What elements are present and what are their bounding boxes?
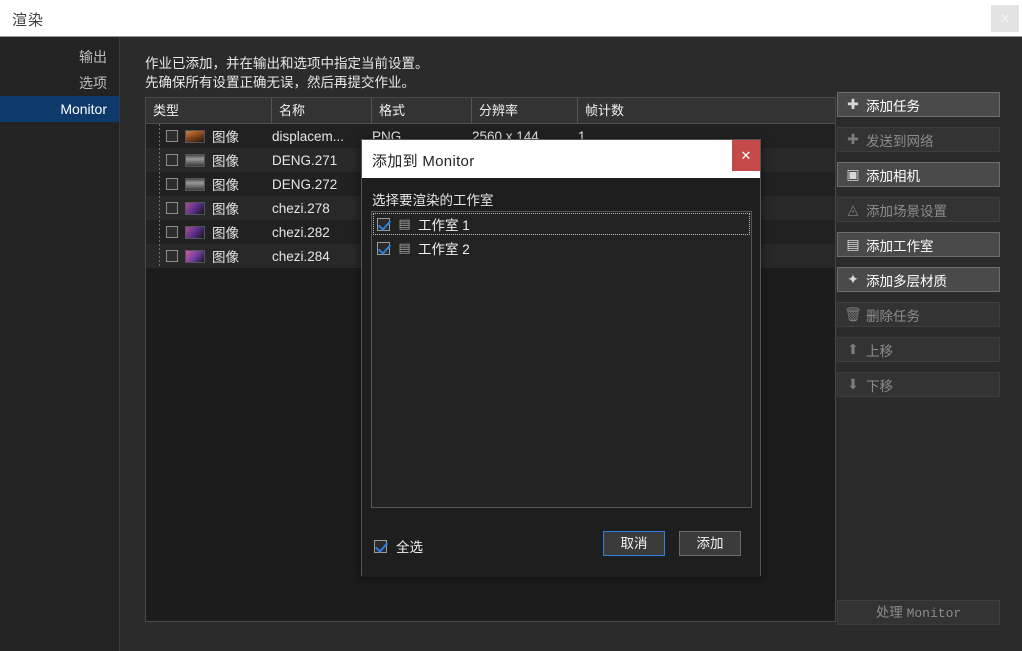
column-header-type[interactable]: 类型 bbox=[146, 98, 272, 123]
select-all-label: 全选 bbox=[396, 536, 423, 556]
list-item[interactable]: ▤ 工作室 1 bbox=[372, 212, 751, 236]
row-checkbox[interactable] bbox=[166, 226, 178, 238]
select-all-checkbox[interactable]: 全选 bbox=[374, 536, 423, 556]
table-header-row: 类型 名称 格式 分辨率 帧计数 bbox=[146, 98, 835, 124]
clapper-icon: ▤ bbox=[396, 240, 413, 256]
tree-line-icon bbox=[152, 196, 166, 220]
add-button[interactable]: 添加 bbox=[679, 531, 741, 556]
cancel-button[interactable]: 取消 bbox=[603, 531, 665, 556]
add-camera-button[interactable]: ▣ 添加相机 bbox=[837, 162, 1000, 187]
tree-line-icon bbox=[152, 244, 166, 268]
clapper-icon: ▤ bbox=[843, 236, 863, 253]
row-checkbox[interactable] bbox=[166, 250, 178, 262]
studio-list: ▤ 工作室 1 ▤ 工作室 2 bbox=[371, 211, 752, 508]
studio-checkbox[interactable] bbox=[377, 242, 390, 255]
column-header-name[interactable]: 名称 bbox=[272, 98, 372, 123]
dialog-title: 添加到 Monitor bbox=[372, 150, 475, 171]
move-up-button[interactable]: ⬆ 上移 bbox=[837, 337, 1000, 362]
dialog-body: 选择要渲染的工作室 ▤ 工作室 1 ▤ 工作室 2 全选 取消 bbox=[362, 178, 760, 577]
page-title: 渲染 bbox=[12, 9, 44, 30]
tree-line-icon bbox=[152, 124, 166, 148]
column-header-framecount[interactable]: 帧计数 bbox=[578, 98, 835, 123]
sidebar-item-options[interactable]: 选项 bbox=[0, 70, 119, 96]
cell-type: 图像 bbox=[212, 126, 239, 146]
studio-label: 工作室 2 bbox=[418, 238, 470, 258]
dialog-footer: 全选 取消 添加 bbox=[362, 519, 760, 577]
add-to-monitor-dialog: 添加到 Monitor ✕ 选择要渲染的工作室 ▤ 工作室 1 ▤ 工作室 2 bbox=[361, 139, 761, 576]
dialog-prompt: 选择要渲染的工作室 bbox=[372, 189, 494, 209]
cell-name: displacem... bbox=[272, 129, 372, 144]
plus-icon: ✚ bbox=[843, 131, 863, 148]
process-monitor-button[interactable]: 处理 Monitor bbox=[837, 600, 1000, 625]
action-button-panel: ✚ 添加任务 ✚ 发送到网络 ▣ 添加相机 ◬ 添加场景设置 ▤ 添加工作室 ✦… bbox=[837, 92, 1000, 407]
description-text: 作业已添加，并在输出和选项中指定当前设置。 先确保所有设置正确无误，然后再提交作… bbox=[145, 54, 825, 92]
add-multilayer-material-button[interactable]: ✦ 添加多层材质 bbox=[837, 267, 1000, 292]
add-scene-settings-button[interactable]: ◬ 添加场景设置 bbox=[837, 197, 1000, 222]
cell-name: chezi.278 bbox=[272, 201, 372, 216]
thumbnail-icon bbox=[185, 226, 205, 239]
camera-icon: ▣ bbox=[843, 166, 863, 183]
tree-line-icon bbox=[152, 172, 166, 196]
list-item[interactable]: ▤ 工作室 2 bbox=[372, 236, 751, 260]
arrow-down-icon: ⬇ bbox=[843, 376, 863, 393]
tree-line-icon bbox=[152, 148, 166, 172]
thumbnail-icon bbox=[185, 130, 205, 143]
dialog-titlebar: 添加到 Monitor ✕ bbox=[362, 140, 760, 178]
plus-icon: ✚ bbox=[843, 96, 863, 113]
cell-type: 图像 bbox=[212, 174, 239, 194]
row-checkbox[interactable] bbox=[166, 178, 178, 190]
row-checkbox[interactable] bbox=[166, 154, 178, 166]
sidebar-item-monitor[interactable]: Monitor bbox=[0, 96, 119, 122]
thumbnail-icon bbox=[185, 250, 205, 263]
add-task-button[interactable]: ✚ 添加任务 bbox=[837, 92, 1000, 117]
cell-name: DENG.271 bbox=[272, 153, 372, 168]
description-line-1: 作业已添加，并在输出和选项中指定当前设置。 bbox=[145, 54, 825, 73]
column-header-format[interactable]: 格式 bbox=[372, 98, 472, 123]
thumbnail-icon bbox=[185, 154, 205, 167]
send-to-network-button[interactable]: ✚ 发送到网络 bbox=[837, 127, 1000, 152]
row-checkbox[interactable] bbox=[166, 130, 178, 142]
tree-line-icon bbox=[152, 220, 166, 244]
add-studio-button[interactable]: ▤ 添加工作室 bbox=[837, 232, 1000, 257]
cell-name: chezi.284 bbox=[272, 249, 372, 264]
scene-icon: ◬ bbox=[843, 201, 863, 218]
thumbnail-icon bbox=[185, 202, 205, 215]
cell-type: 图像 bbox=[212, 222, 239, 242]
app-root: 人民大会堂 工程分析.. 渲染 ✕ 输出 选项 Monitor 作业已添加，并在… bbox=[0, 0, 1022, 651]
close-icon[interactable]: ✕ bbox=[732, 140, 760, 171]
clapper-icon: ▤ bbox=[396, 216, 413, 232]
cell-type: 图像 bbox=[212, 198, 239, 218]
thumbnail-icon bbox=[185, 178, 205, 191]
close-icon[interactable]: ✕ bbox=[991, 5, 1019, 32]
description-line-2: 先确保所有设置正确无误，然后再提交作业。 bbox=[145, 73, 825, 92]
process-target: Monitor bbox=[907, 606, 962, 621]
cell-name: chezi.282 bbox=[272, 225, 372, 240]
delete-task-button[interactable]: 🗑 删除任务 bbox=[837, 302, 1000, 327]
cell-type: 图像 bbox=[212, 246, 239, 266]
studio-checkbox[interactable] bbox=[377, 218, 390, 231]
column-header-resolution[interactable]: 分辨率 bbox=[472, 98, 578, 123]
move-down-button[interactable]: ⬇ 下移 bbox=[837, 372, 1000, 397]
trash-icon: 🗑 bbox=[843, 306, 863, 323]
cell-type: 图像 bbox=[212, 150, 239, 170]
process-prefix: 处理 bbox=[876, 605, 903, 620]
arrow-up-icon: ⬆ bbox=[843, 341, 863, 358]
sidebar: 输出 选项 Monitor bbox=[0, 37, 120, 651]
branch-icon: ✦ bbox=[843, 271, 863, 288]
sidebar-item-output[interactable]: 输出 bbox=[0, 44, 119, 70]
studio-label: 工作室 1 bbox=[418, 214, 470, 234]
cell-name: DENG.272 bbox=[272, 177, 372, 192]
row-checkbox[interactable] bbox=[166, 202, 178, 214]
window-topbar: 渲染 ✕ bbox=[0, 0, 1022, 37]
select-all-box bbox=[374, 540, 387, 553]
